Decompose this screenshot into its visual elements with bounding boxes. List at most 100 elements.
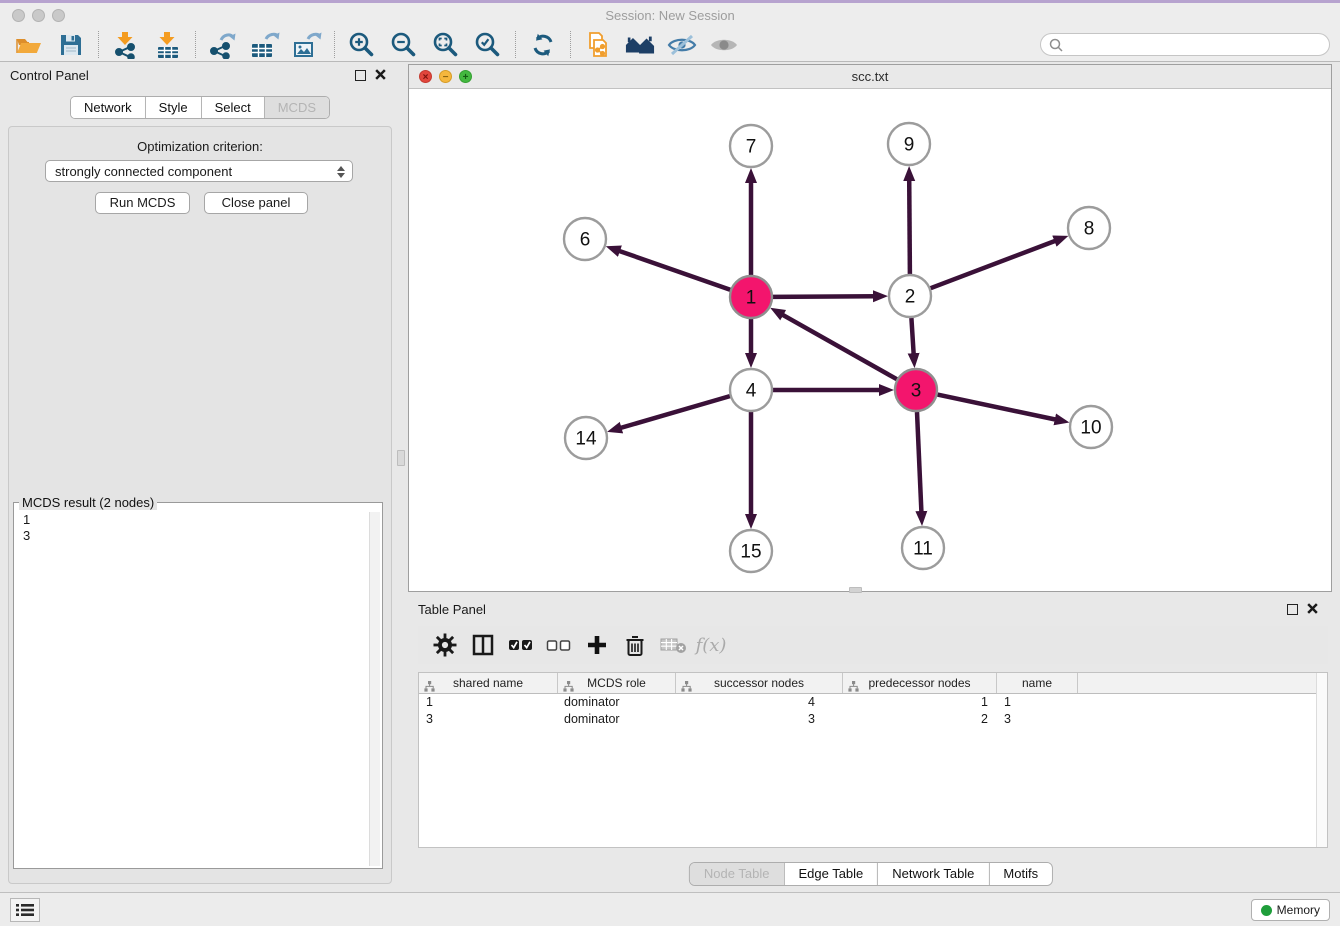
tab-motifs[interactable]: Motifs <box>988 863 1052 885</box>
criterion-dropdown-value: strongly connected component <box>55 164 232 179</box>
hierarchy-icon <box>681 678 692 699</box>
table-cell: 3 <box>419 711 558 728</box>
open-session-button[interactable] <box>14 30 44 60</box>
zoom-selected-button[interactable] <box>473 30 503 60</box>
graph-node-4[interactable]: 4 <box>730 369 772 411</box>
svg-text:6: 6 <box>580 230 591 251</box>
tab-network[interactable]: Network <box>71 97 145 118</box>
network-close-button[interactable]: × <box>419 70 432 83</box>
main-zoom-button[interactable] <box>52 9 65 22</box>
tab-network-table[interactable]: Network Table <box>877 863 988 885</box>
table-row[interactable]: 3dominator323 <box>419 711 1327 728</box>
delete-column-button[interactable] <box>618 630 652 660</box>
network-minimize-button[interactable]: − <box>439 70 452 83</box>
memory-button[interactable]: Memory <box>1251 899 1330 921</box>
graph-edge-3-10[interactable] <box>938 395 1058 420</box>
window-title: Session: New Session <box>0 3 1340 28</box>
network-canvas[interactable]: 1 2 3 4 6 7 8 9 10 11 14 15 <box>409 89 1331 591</box>
search-box[interactable] <box>1040 33 1330 56</box>
clone-network-button[interactable] <box>583 30 613 60</box>
column-header-mcds-role[interactable]: MCDS role <box>558 673 676 693</box>
graph-edge-1-2[interactable] <box>773 296 876 297</box>
table-cell: 2 <box>843 711 997 728</box>
graph-node-6[interactable]: 6 <box>564 218 606 260</box>
column-header-name[interactable]: name <box>997 673 1078 693</box>
select-all-button[interactable] <box>504 630 538 660</box>
graph-edge-1-6[interactable] <box>617 250 730 290</box>
network-maximize-button[interactable]: + <box>459 70 472 83</box>
tab-select[interactable]: Select <box>201 97 264 118</box>
show-all-button[interactable] <box>709 30 739 60</box>
table-settings-button[interactable] <box>428 630 462 660</box>
tab-mcds[interactable]: MCDS <box>264 97 329 118</box>
split-view-button[interactable] <box>466 630 500 660</box>
graph-node-7[interactable]: 7 <box>730 125 772 167</box>
export-image-button[interactable] <box>292 30 322 60</box>
mcds-result-box: MCDS result (2 nodes) 13 <box>13 495 383 869</box>
graph-edge-3-1[interactable] <box>781 314 897 380</box>
zoom-in-button[interactable] <box>347 30 377 60</box>
tab-edge-table[interactable]: Edge Table <box>783 863 877 885</box>
export-image-icon <box>292 31 322 59</box>
close-panel-icon[interactable] <box>374 68 388 82</box>
deselect-all-button[interactable] <box>542 630 576 660</box>
task-history-button[interactable] <box>10 898 40 922</box>
float-window-icon[interactable] <box>355 70 366 81</box>
columns-icon <box>471 633 495 657</box>
graph-node-11[interactable]: 11 <box>902 527 944 569</box>
zoom-fit-button[interactable] <box>431 30 461 60</box>
graph-node-8[interactable]: 8 <box>1068 207 1110 249</box>
delete-table-button[interactable] <box>656 630 690 660</box>
function-builder-button[interactable]: f(x) <box>694 630 728 660</box>
graph-edge-4-14[interactable] <box>619 396 730 428</box>
import-table-button[interactable] <box>153 30 183 60</box>
table-splitter-grip[interactable] <box>849 587 862 593</box>
graph-edge-2-9[interactable] <box>909 178 910 274</box>
tab-style[interactable]: Style <box>145 97 201 118</box>
close-table-panel-icon[interactable] <box>1306 602 1320 616</box>
import-network-icon <box>113 31 139 59</box>
table-scrollbar[interactable] <box>1316 673 1327 847</box>
table-tabs: Node Table Edge Table Network Table Moti… <box>689 862 1053 886</box>
search-input[interactable] <box>1067 37 1329 53</box>
network-graph: 1 2 3 4 6 7 8 9 10 11 14 15 <box>409 89 1331 591</box>
graph-node-2[interactable]: 2 <box>889 275 931 317</box>
column-header-shared-name[interactable]: shared name <box>419 673 558 693</box>
add-column-button[interactable] <box>580 630 614 660</box>
graph-edge-3-11[interactable] <box>917 412 922 514</box>
main-close-button[interactable] <box>12 9 25 22</box>
home-button[interactable] <box>625 30 655 60</box>
zoom-out-button[interactable] <box>389 30 419 60</box>
apply-layout-button[interactable] <box>528 30 558 60</box>
graph-node-15[interactable]: 15 <box>730 530 772 572</box>
panel-splitter-grip[interactable] <box>397 450 405 466</box>
tab-node-table[interactable]: Node Table <box>690 863 784 885</box>
close-panel-button[interactable]: Close panel <box>204 192 308 214</box>
import-network-button[interactable] <box>111 30 141 60</box>
export-network-button[interactable] <box>208 30 238 60</box>
save-session-button[interactable] <box>56 30 86 60</box>
toolbar-separator <box>195 31 196 58</box>
graph-node-1[interactable]: 1 <box>730 276 772 318</box>
main-minimize-button[interactable] <box>32 9 45 22</box>
export-table-button[interactable] <box>250 30 280 60</box>
table-cell: 1 <box>997 694 1078 711</box>
svg-text:14: 14 <box>575 429 597 450</box>
graph-node-14[interactable]: 14 <box>565 417 607 459</box>
graph-edge-2-8[interactable] <box>931 240 1058 288</box>
column-header-successor-nodes[interactable]: successor nodes <box>676 673 843 693</box>
graph-edge-2-3[interactable] <box>911 318 913 356</box>
table-row[interactable]: 1dominator411 <box>419 694 1327 711</box>
result-scrollbar[interactable] <box>369 512 380 866</box>
run-mcds-button[interactable]: Run MCDS <box>95 192 190 214</box>
toolbar-separator <box>98 31 99 58</box>
graph-node-10[interactable]: 10 <box>1070 406 1112 448</box>
table-cell: dominator <box>558 694 676 711</box>
refresh-icon <box>530 32 556 58</box>
float-table-panel-icon[interactable] <box>1287 604 1298 615</box>
graph-node-3[interactable]: 3 <box>895 369 937 411</box>
column-header-predecessor-nodes[interactable]: predecessor nodes <box>843 673 997 693</box>
criterion-dropdown[interactable]: strongly connected component <box>45 160 353 182</box>
hide-selected-button[interactable] <box>667 30 697 60</box>
graph-node-9[interactable]: 9 <box>888 123 930 165</box>
